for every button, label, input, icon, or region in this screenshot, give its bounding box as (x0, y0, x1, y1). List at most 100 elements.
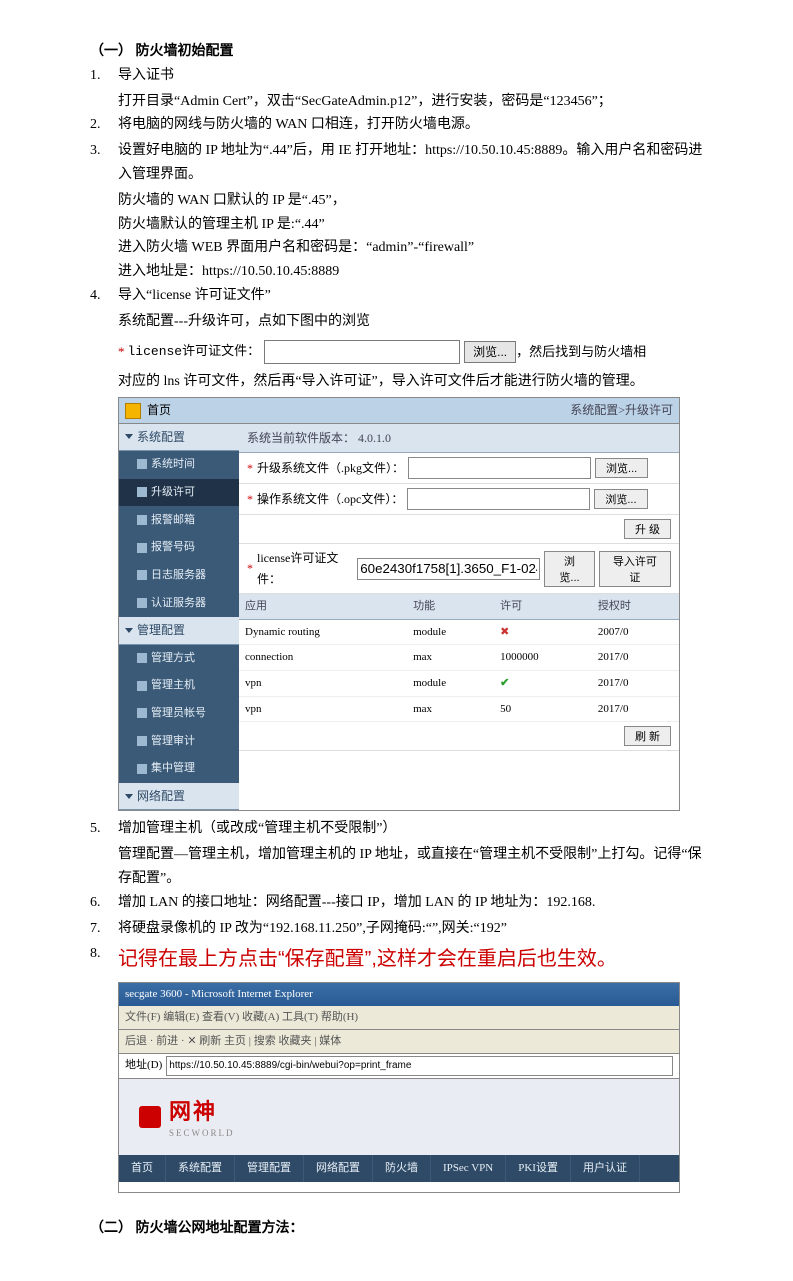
list-item: 7.将硬盘录像机的 IP 改为“192.168.11.250”,子网掩码:“”,… (90, 917, 703, 941)
sidebar-item[interactable]: 升级许可 (119, 479, 239, 507)
firewall-admin-ui: 首页 系统配置>升级许可 系统配置 系统时间升级许可报警邮箱报警号码日志服务器认… (118, 397, 680, 811)
section1-heading: （一） 防火墙初始配置 (90, 40, 703, 64)
license-file-input[interactable] (264, 340, 460, 364)
sidebar-item[interactable]: 日志服务器 (119, 562, 239, 590)
list-item: 3.设置好电脑的 IP 地址为“.44”后，用 IE 打开地址：https://… (90, 139, 703, 187)
sidebar-item-icon (137, 708, 147, 718)
sidebar-item-label: 管理审计 (151, 732, 195, 751)
list-text: 进入防火墙 WEB 界面用户名和密码是：“admin”-“firewall” (118, 236, 703, 260)
table-cell: max (407, 696, 494, 722)
chevron-down-icon (125, 794, 133, 799)
sidebar-item[interactable]: 管理审计 (119, 728, 239, 756)
upgrade-browse-button[interactable]: 浏览... (594, 489, 647, 509)
upgrade-browse-button[interactable]: 浏览... (595, 458, 648, 478)
sidebar-item-icon (137, 543, 147, 553)
sidebar-group-network[interactable]: 网络配置 (119, 783, 239, 810)
nav-tab[interactable]: 管理配置 (235, 1155, 304, 1182)
license-import-input[interactable] (357, 558, 540, 580)
brand-subtext: SECWORLD (169, 1126, 235, 1141)
list-text: 管理配置—管理主机，增加管理主机的 IP 地址，或直接在“管理主机不受限制”上打… (118, 843, 703, 891)
sidebar-item[interactable]: 报警邮箱 (119, 507, 239, 535)
table-row: Dynamic routingmodule✖2007/0 (239, 619, 679, 645)
address-label: 地址(D) (125, 1056, 162, 1075)
chevron-down-icon (125, 434, 133, 439)
nav-tab[interactable]: 网络配置 (304, 1155, 373, 1182)
sidebar-item[interactable]: 集中管理 (119, 755, 239, 783)
license-import-button[interactable]: 导入许可证 (599, 551, 671, 587)
cross-icon: ✖ (500, 626, 509, 638)
nav-tab[interactable]: PKI设置 (506, 1155, 571, 1182)
sidebar-item[interactable]: 系统时间 (119, 451, 239, 479)
nav-tab[interactable]: 首页 (119, 1155, 166, 1182)
section2-heading: （二） 防火墙公网地址配置方法： (90, 1217, 703, 1241)
sidebar-group-manage[interactable]: 管理配置 (119, 617, 239, 644)
sidebar-item-icon (137, 681, 147, 691)
table-cell: ✔ (494, 670, 592, 696)
address-input[interactable] (166, 1056, 673, 1076)
sidebar-item-label: 系统时间 (151, 455, 195, 474)
table-row: connectionmax10000002017/0 (239, 645, 679, 671)
list-text: 将电脑的网线与防火墙的 WAN 口相连，打开防火墙电源。 (118, 113, 703, 137)
sidebar-item-icon (137, 459, 147, 469)
table-cell: 1000000 (494, 645, 592, 671)
window-titlebar: secgate 3600 - Microsoft Internet Explor… (119, 983, 679, 1006)
nav-tab[interactable]: 用户认证 (571, 1155, 640, 1182)
save-config-warning: 记得在最上方点击“保存配置”,这样才会在重启后也生效。 (118, 942, 703, 976)
required-star: * (247, 458, 253, 478)
sidebar-item[interactable]: 认证服务器 (119, 590, 239, 618)
table-row: vpnmax502017/0 (239, 696, 679, 722)
license-import-browse[interactable]: 浏览... (544, 551, 594, 587)
list-text: 导入“license 许可证文件” (118, 284, 703, 308)
logo-icon (139, 1106, 161, 1128)
license-label: license许可证文件： (128, 341, 261, 363)
list-text: 防火墙默认的管理主机 IP 是:“.44” (118, 213, 703, 237)
license-table: 应用功能许可授权时 Dynamic routingmodule✖2007/0co… (239, 594, 679, 722)
home-label[interactable]: 首页 (147, 400, 171, 420)
list-text: 增加 LAN 的接口地址：网络配置---接口 IP，增加 LAN 的 IP 地址… (118, 891, 703, 915)
sidebar-item-icon (137, 515, 147, 525)
license-continuation: 对应的 lns 许可文件，然后再“导入许可证”，导入许可文件后才能进行防火墙的管… (118, 370, 703, 394)
upgrade-label: 操作系统文件（.opc文件）： (257, 489, 403, 509)
license-import-row: * license许可证文件： 浏览... 导入许可证 (239, 544, 679, 594)
table-row: vpnmodule✔2017/0 (239, 670, 679, 696)
table-cell: connection (239, 645, 407, 671)
check-icon: ✔ (500, 677, 509, 689)
upgrade-button[interactable]: 升 级 (624, 519, 671, 539)
sidebar-group-system[interactable]: 系统配置 (119, 424, 239, 451)
table-cell: vpn (239, 670, 407, 696)
license-browse-button[interactable]: 浏览... (464, 341, 516, 363)
list-number: 1. (90, 64, 118, 88)
list-text: 导入证书 (118, 64, 703, 88)
list-number: 8. (90, 942, 118, 976)
sidebar-item-label: 集中管理 (151, 759, 195, 778)
nav-tab[interactable]: 系统配置 (166, 1155, 235, 1182)
list-text: 增加管理主机（或改成“管理主机不受限制”） (118, 817, 703, 841)
sidebar-item-icon (137, 487, 147, 497)
list-text: 系统配置---升级许可，点如下图中的浏览 (118, 310, 703, 334)
list-item: 1.导入证书 (90, 64, 703, 88)
refresh-button[interactable]: 刷 新 (624, 726, 671, 746)
table-cell: 50 (494, 696, 592, 722)
sidebar-item[interactable]: 管理员帐号 (119, 700, 239, 728)
tool-bar[interactable]: 后退 · 前进 · ✕ 刷新 主页 | 搜索 收藏夹 | 媒体 (119, 1030, 679, 1054)
nav-tab[interactable]: 防火墙 (373, 1155, 431, 1182)
home-icon[interactable] (125, 403, 141, 419)
sidebar-item[interactable]: 管理方式 (119, 645, 239, 673)
nav-tab[interactable]: IPSec VPN (431, 1155, 506, 1182)
list-number: 6. (90, 891, 118, 915)
list-item: 2.将电脑的网线与防火墙的 WAN 口相连，打开防火墙电源。 (90, 113, 703, 137)
list-text: 将硬盘录像机的 IP 改为“192.168.11.250”,子网掩码:“”,网关… (118, 917, 703, 941)
table-cell: 2017/0 (592, 696, 679, 722)
table-cell: 2017/0 (592, 645, 679, 671)
sidebar-item-icon (137, 598, 147, 608)
sidebar-item[interactable]: 管理主机 (119, 672, 239, 700)
table-cell: ✖ (494, 619, 592, 645)
breadcrumb: 系统配置>升级许可 (570, 400, 673, 420)
menu-bar[interactable]: 文件(F) 编辑(E) 查看(V) 收藏(A) 工具(T) 帮助(H) (119, 1006, 679, 1030)
upgrade-file-input[interactable] (408, 457, 591, 479)
upgrade-file-input[interactable] (407, 488, 590, 510)
table-cell: vpn (239, 696, 407, 722)
required-star: * (118, 341, 125, 363)
sidebar-item[interactable]: 报警号码 (119, 534, 239, 562)
sidebar-item-label: 报警邮箱 (151, 511, 195, 530)
